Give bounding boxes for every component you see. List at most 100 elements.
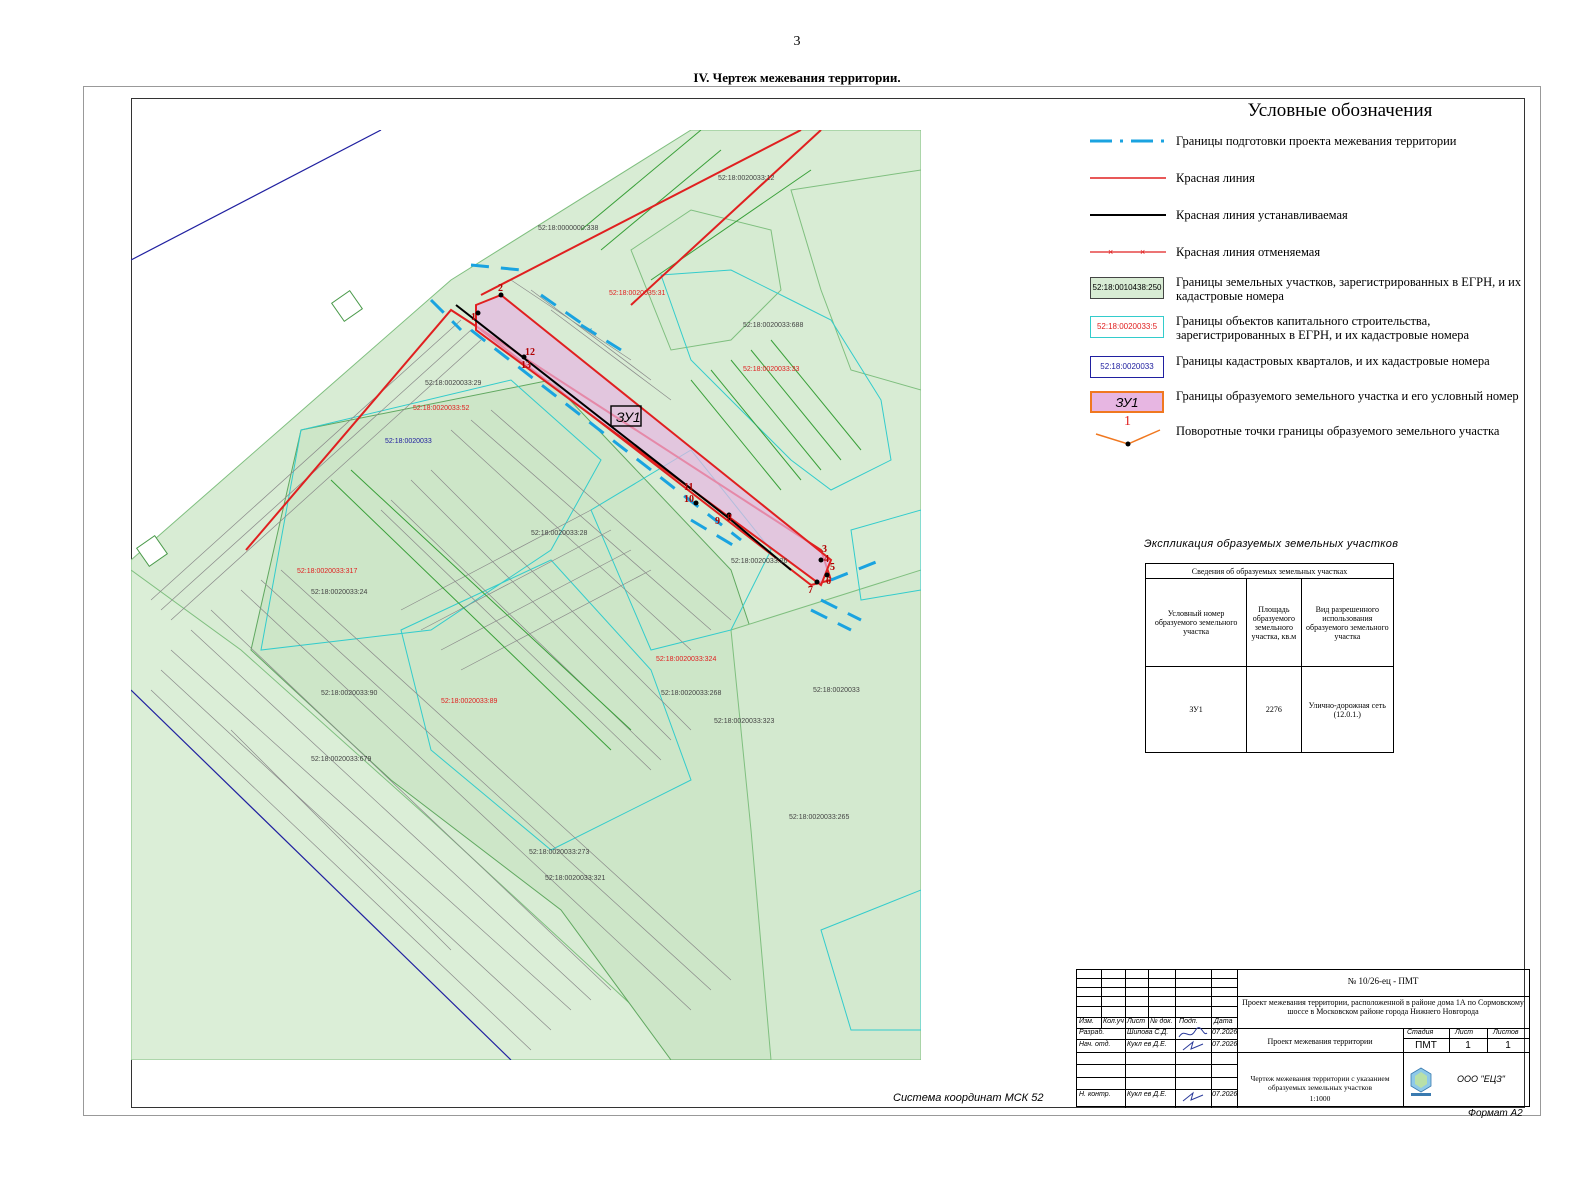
- cyan-box-icon: 52:18:0020033:5: [1090, 316, 1164, 338]
- role-developer: Разраб.: [1079, 1029, 1105, 1036]
- map-label: 52:18:0020033:273: [529, 849, 590, 856]
- drawing-title: Чертеж межевания территории с указанием …: [1250, 1074, 1390, 1092]
- role-norm-control: Н. контр.: [1079, 1091, 1111, 1098]
- svg-text:×: ×: [1140, 247, 1145, 257]
- title-block: № 10/26-ец - ПМТ Проект межевания террит…: [1076, 969, 1530, 1108]
- legend-item-registered-parcels: 52:18:0010438:250 Границы земельных учас…: [1080, 275, 1540, 311]
- map-label: 52:18:0020033:33: [743, 366, 800, 373]
- page-heading: IV. Чертеж межевания территории.: [693, 70, 901, 85]
- legend-item-quarters: 52:18:0020033 Границы кадастровых кварта…: [1080, 354, 1540, 390]
- norm-control-name: Кукл ев Д.Е.: [1127, 1091, 1167, 1098]
- column-header: Площадь образуемого земельного участка, …: [1246, 578, 1302, 667]
- map-svg: [131, 130, 921, 1060]
- header-koluch: Кол.уч: [1103, 1018, 1124, 1025]
- turn-point-number: 7: [808, 585, 813, 596]
- map-label: 52:18:0020033:679: [311, 756, 372, 763]
- project-title: Проект межевания территории, расположенн…: [1242, 998, 1524, 1016]
- legend-item-established-line: Красная линия устанавливаемая: [1080, 208, 1540, 244]
- red-line-icon: [1090, 177, 1166, 179]
- signature-icon: [1178, 1027, 1208, 1038]
- legend-title: Условные обозначения: [1247, 100, 1433, 121]
- explication-header: Сведения об образуемых земельных участка…: [1145, 563, 1394, 579]
- map-label: 52:18:0020033:29: [425, 380, 482, 387]
- blue-box-icon: 52:18:0020033: [1090, 356, 1164, 378]
- cadastral-map[interactable]: ЗУ1 52:18:0020033:12 52:18:0000000:338 5…: [131, 130, 921, 1060]
- map-label: 52:18:0020033:321: [545, 875, 606, 882]
- header-doc: № док.: [1150, 1018, 1173, 1025]
- map-label: 52:18:0020033: [385, 438, 432, 445]
- signature-icon: [1182, 1040, 1204, 1051]
- map-label: 52:18:0020033:89: [441, 698, 498, 705]
- map-label: 52:18:0020033:268: [661, 690, 722, 697]
- turn-point-number: 5: [830, 562, 835, 573]
- column-header: Условный номер образуемого земельного уч…: [1144, 578, 1248, 667]
- legend-item-formed-plot: ЗУ1 Границы образуемого земельного участ…: [1080, 389, 1540, 425]
- company-logo-icon: [1410, 1067, 1432, 1096]
- legend-item-turn-points: 1 Поворотные точки границы образуемого з…: [1080, 414, 1540, 460]
- orange-box-icon: ЗУ1: [1090, 391, 1164, 413]
- map-label: 52:18:0020035:31: [609, 290, 666, 297]
- black-line-icon: [1090, 214, 1166, 216]
- map-label: 52:18:0000000:338: [538, 225, 599, 232]
- turn-point-number: 9: [715, 516, 720, 527]
- map-label: 52:18:0020033:317: [297, 568, 358, 575]
- sheets-header: Листов: [1493, 1029, 1519, 1036]
- map-label: 52:18:0020033:52: [413, 405, 470, 412]
- turn-point-number: 12: [525, 347, 535, 358]
- turn-point-number: 1: [471, 312, 476, 323]
- map-label: 52:18:0020033:323: [714, 718, 775, 725]
- header-date: Дата: [1214, 1018, 1233, 1025]
- sheets-value: 1: [1505, 1040, 1511, 1051]
- cell-area: 2276: [1246, 666, 1302, 753]
- coordinate-system-label: Система координат МСК 52: [893, 1092, 1044, 1104]
- header-izm: Изм.: [1079, 1018, 1094, 1025]
- sheet-value: 1: [1465, 1040, 1471, 1051]
- plot-label: ЗУ1: [616, 409, 641, 425]
- role-head: Нач. отд.: [1079, 1041, 1111, 1048]
- company-name: ООО "ЕЦЗ": [1457, 1074, 1505, 1084]
- map-label: 52:18:0020033:90: [321, 690, 378, 697]
- legend-item-buildings: 52:18:0020033:5 Границы объектов капитал…: [1080, 314, 1540, 350]
- map-label: 52:18:0020033:265: [789, 814, 850, 821]
- explication-title: Экспликация образуемых земельных участко…: [1144, 538, 1399, 550]
- developer-name: Шипова С.Д.: [1127, 1029, 1169, 1036]
- map-label: 52:18:0020033:12: [718, 175, 775, 182]
- cell-number: ЗУ1: [1144, 666, 1248, 753]
- green-box-icon: 52:18:0010438:250: [1090, 277, 1164, 299]
- turn-point-number: 11: [684, 482, 694, 493]
- explication-table: Сведения об образуемых земельных участка…: [1144, 563, 1395, 753]
- signature-icon: [1182, 1091, 1204, 1102]
- turn-point-number: 4: [824, 554, 829, 565]
- sheet-header: Лист: [1455, 1029, 1474, 1036]
- legend-item-red-line: Красная линия: [1080, 171, 1540, 207]
- svg-text:×: ×: [1108, 247, 1113, 257]
- map-label: 52:18:0020033:26: [731, 558, 788, 565]
- developer-date: 07.2026: [1212, 1029, 1238, 1036]
- map-label: 52:18:0020033:28: [531, 530, 588, 537]
- stage-header: Стадия: [1407, 1029, 1434, 1036]
- cell-use: Улично-дорожная сеть (12.0.1.): [1300, 666, 1395, 753]
- stage-value: ПМТ: [1415, 1040, 1437, 1051]
- dash-dot-line-icon: [1090, 139, 1166, 143]
- header-list: Лист: [1127, 1018, 1146, 1025]
- turn-point-number: 8: [727, 513, 732, 524]
- map-label: 52:18:0020033: [813, 687, 860, 694]
- legend-item-project-boundary: Границы подготовки проекта межевания тер…: [1080, 134, 1540, 170]
- map-label: 52:18:0020033:324: [656, 656, 717, 663]
- map-label: 52:18:0020033:24: [311, 589, 368, 596]
- turn-point-number: 10: [684, 494, 694, 505]
- map-label: 52:18:0020033:688: [743, 322, 804, 329]
- turn-point-number: 6: [826, 576, 831, 587]
- turn-point-sample-number: 1: [1124, 414, 1131, 429]
- red-cross-line-icon: × ×: [1090, 247, 1166, 257]
- table-row: ЗУ1 2276 Улично-дорожная сеть (12.0.1.): [1144, 666, 1395, 753]
- norm-control-date: 07.2026: [1212, 1091, 1238, 1098]
- turn-point-number: 13: [521, 360, 531, 371]
- header-sign: Подп.: [1179, 1018, 1198, 1025]
- column-header: Вид разрешенного использования образуемо…: [1300, 578, 1395, 667]
- stage-title: Проект межевания территории: [1267, 1037, 1373, 1046]
- format-label: Формат А2: [1468, 1108, 1523, 1119]
- turn-point-number: 2: [498, 283, 503, 294]
- doc-number: № 10/26-ец - ПМТ: [1347, 976, 1419, 986]
- head-name: Кукл ев Д.Е.: [1127, 1041, 1167, 1048]
